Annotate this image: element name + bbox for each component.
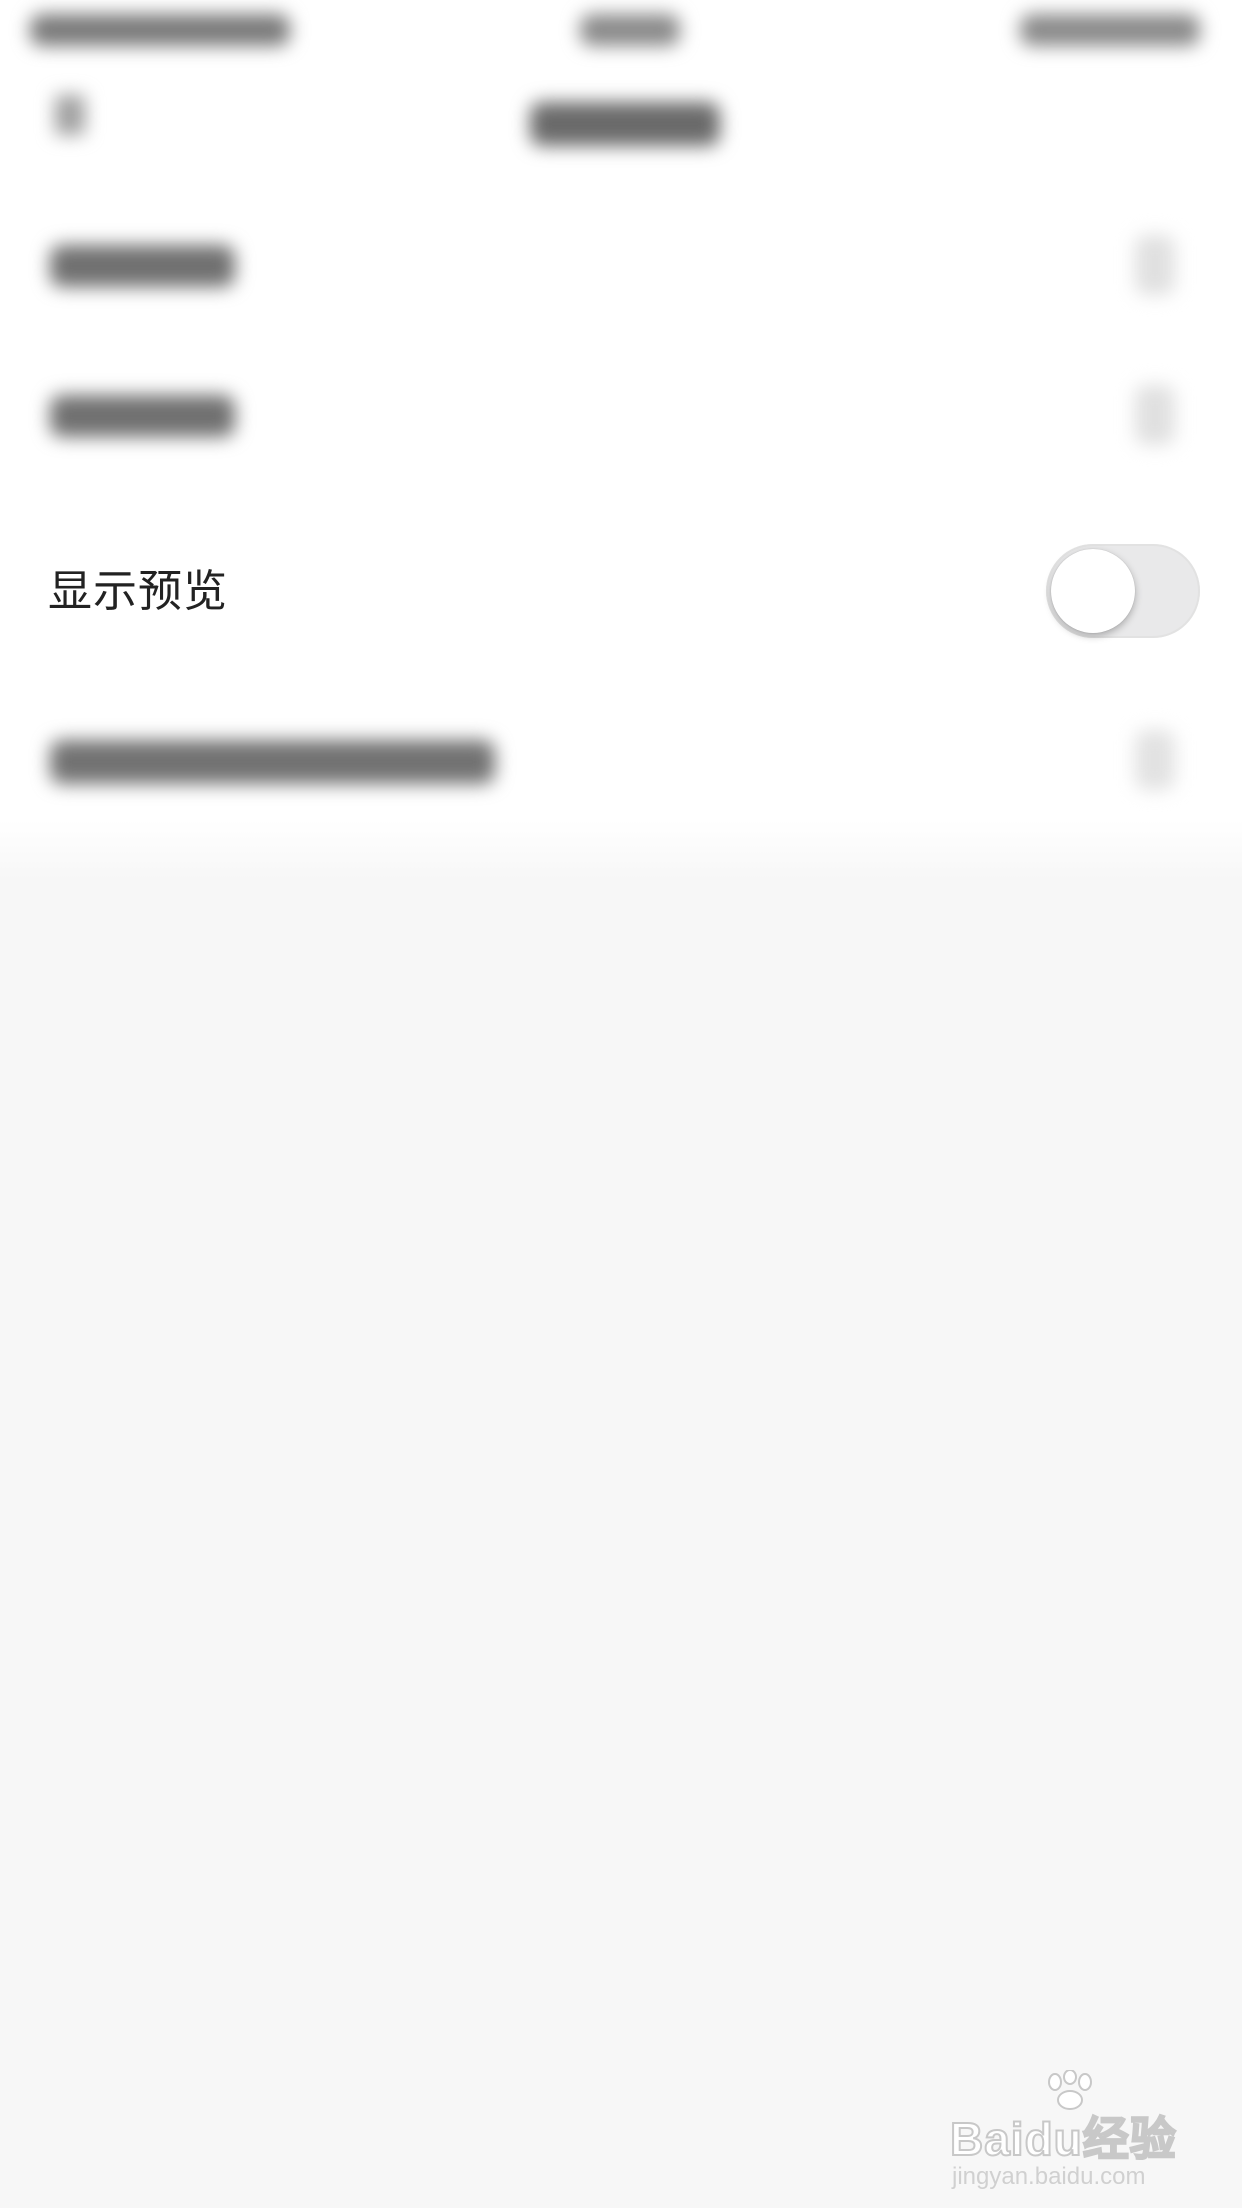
status-bar-time-blurred — [580, 14, 680, 46]
blurred-content — [0, 0, 1242, 880]
chevron-right-icon — [1135, 730, 1175, 790]
settings-row-4-label-blurred[interactable] — [50, 740, 495, 784]
baidu-jingyan-watermark: Baidu经验 jingyan.baidu.com — [949, 2070, 1190, 2190]
status-bar-left-blurred — [30, 14, 290, 46]
settings-row-2-label-blurred[interactable] — [50, 395, 235, 437]
show-preview-label: 显示预览 — [48, 566, 228, 617]
fade-divider — [0, 820, 1242, 880]
show-preview-toggle[interactable] — [1046, 544, 1200, 638]
chevron-right-icon — [1135, 235, 1175, 295]
settings-row-1-label-blurred[interactable] — [50, 245, 235, 287]
paw-logo-icon — [1048, 2070, 1092, 2110]
watermark-url: jingyan.baidu.com — [952, 2163, 1146, 2190]
toggle-knob[interactable] — [1051, 549, 1135, 633]
blurred-background — [0, 0, 1242, 880]
chevron-right-icon — [1135, 385, 1175, 445]
back-icon[interactable] — [55, 95, 85, 135]
settings-row-show-preview: 显示预览 — [0, 520, 1242, 664]
watermark-brand: Baidu经验 — [949, 2113, 1177, 2165]
nav-title-blurred — [530, 102, 720, 146]
status-bar-right-blurred — [1020, 14, 1200, 46]
